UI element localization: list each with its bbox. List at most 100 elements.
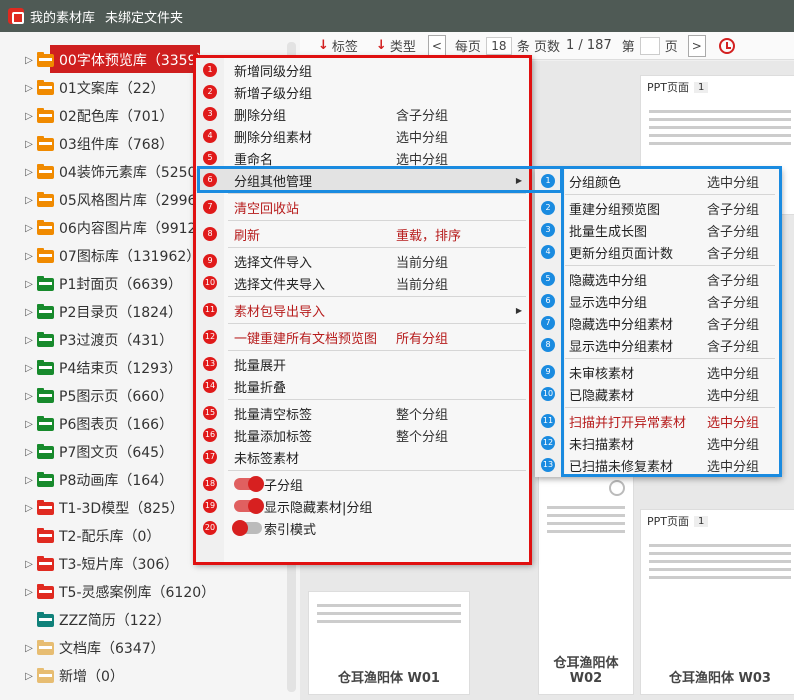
menu-item[interactable]: 4 更新分组页面计数 含子分组 [535,241,781,263]
menu-item[interactable]: 11 扫描并打开异常素材 选中分组 [535,410,781,432]
menu-item[interactable]: 17 未标签素材 [194,446,532,468]
submenu-arrow-icon: ▶ [515,175,522,185]
menu-item[interactable]: 5 隐藏选中分组 含子分组 [535,268,781,290]
tree-item[interactable]: ▷ T5-灵感案例库（6120） [0,580,215,604]
tree-item[interactable]: ▷ T1-3D模型（825） [0,496,184,520]
type-sort-button[interactable]: ↓ 类型 [376,36,416,55]
toggle-switch[interactable] [234,498,264,514]
tree-item[interactable]: ▷ 06内容图片库（9912 [0,216,196,240]
menu-item[interactable]: 1 新增同级分组 [194,59,532,81]
expand-arrow-icon[interactable]: ▷ [24,363,34,374]
tree-item[interactable]: ▷ P8动画库（164） [0,468,173,492]
menu-item[interactable]: 2 新增子级分组 [194,81,532,103]
menu-item[interactable]: 11 素材包导出导入 ▶ [194,299,532,321]
menu-item[interactable]: 7 隐藏选中分组素材 含子分组 [535,312,781,334]
menu-item[interactable]: 20 索引模式 [194,517,532,539]
menu-item-label: 批量添加标签 [234,429,313,445]
menu-item[interactable]: 16 批量添加标签 整个分组 [194,424,532,446]
expand-arrow-icon[interactable]: ▷ [24,307,34,318]
menu-item[interactable]: 6 分组其他管理 ▶ [194,169,532,191]
menu-item-scope: 含子分组 [707,295,760,311]
menu-index-badge: 12 [203,330,217,344]
folder-icon [37,667,54,683]
expand-arrow-icon[interactable]: ▷ [24,335,34,346]
menu-item[interactable]: 14 批量折叠 [194,375,532,397]
tag-sort-button[interactable]: ↓ 标签 [318,36,358,55]
tree-item[interactable]: ▷ 01文案库（22） [0,76,165,100]
menu-item[interactable]: 6 显示选中分组 含子分组 [535,290,781,312]
tree-item[interactable]: ▷ P5图示页（660） [0,384,173,408]
prev-page-button[interactable]: < [427,34,446,57]
menu-separator [565,358,775,359]
tree-item[interactable]: ▷ 04装饰元素库（5250 [0,160,196,184]
toggle-switch[interactable] [234,476,264,492]
goto-page-input[interactable] [639,36,660,55]
menu-item[interactable]: 13 批量展开 [194,353,532,375]
expand-arrow-icon[interactable]: ▷ [24,223,34,234]
expand-arrow-icon[interactable]: ▷ [24,419,34,430]
menu-item[interactable]: 10 已隐藏素材 选中分组 [535,383,781,405]
tree-item[interactable]: ZZZ简历（122） [0,608,171,632]
folder-icon [37,611,54,627]
tree-item[interactable]: ▷ P6图表页（166） [0,412,173,436]
preview-zoom-icon[interactable] [609,480,625,496]
tree-item[interactable]: ▷ 00字体预览库（3359） [0,45,210,73]
expand-arrow-icon[interactable]: ▷ [24,503,34,514]
menu-item[interactable]: 1 分组颜色 选中分组 [535,170,781,192]
menu-item[interactable]: 12 未扫描素材 选中分组 [535,432,781,454]
tree-item[interactable]: ▷ 07图标库（131962） [0,244,200,268]
menu-item[interactable]: 2 重建分组预览图 含子分组 [535,197,781,219]
tree-item[interactable]: ▷ P4结束页（1293） [0,356,182,380]
menu-item[interactable]: 7 清空回收站 [194,196,532,218]
expand-arrow-icon[interactable]: ▷ [24,279,34,290]
menu-item[interactable]: 9 未审核素材 选中分组 [535,361,781,383]
next-page-button[interactable]: > [687,34,706,57]
expand-arrow-icon[interactable]: ▷ [24,55,34,66]
menu-item[interactable]: 3 批量生成长图 含子分组 [535,219,781,241]
menu-item[interactable]: 10 选择文件夹导入 当前分组 [194,272,532,294]
tree-item[interactable]: ▷ 03组件库（768） [0,132,174,156]
folder-icon [37,415,54,431]
menu-item[interactable]: 9 选择文件导入 当前分组 [194,250,532,272]
tree-item[interactable]: T2-配乐库（0） [0,524,160,548]
menu-item[interactable]: 4 删除分组素材 选中分组 [194,125,532,147]
menu-separator [565,265,775,266]
expand-arrow-icon[interactable]: ▷ [24,587,34,598]
expand-arrow-icon[interactable]: ▷ [24,391,34,402]
expand-arrow-icon[interactable]: ▷ [24,559,34,570]
tree-item[interactable]: ▷ P2目录页（1824） [0,300,182,324]
expand-arrow-icon[interactable]: ▷ [24,83,34,94]
expand-arrow-icon[interactable]: ▷ [24,447,34,458]
material-card[interactable]: 仓耳渔阳体 W01 [308,591,470,695]
tree-item[interactable]: ▷ 文档库（6347） [0,636,165,660]
material-card[interactable]: PPT页面 1 仓耳渔阳体 W03 [640,509,794,695]
history-icon[interactable] [718,37,735,54]
menu-item[interactable]: 8 显示选中分组素材 含子分组 [535,334,781,356]
toggle-switch[interactable] [232,520,262,536]
expand-arrow-icon[interactable]: ▷ [24,475,34,486]
expand-arrow-icon[interactable]: ▷ [24,167,34,178]
tree-item[interactable]: ▷ P7图文页（645） [0,440,173,464]
tree-item[interactable]: ▷ 05风格图片库（2996 [0,188,196,212]
tree-item[interactable]: ▷ P3过渡页（431） [0,328,173,352]
tree-item[interactable]: ▷ T3-短片库（306） [0,552,178,576]
menu-item[interactable]: 19 显示隐藏素材|分组 [194,495,532,517]
tree-item[interactable]: ▷ 新增（0） [0,664,124,688]
menu-item[interactable]: 8 刷新 重载，排序 [194,223,532,245]
expand-arrow-icon[interactable]: ▷ [24,195,34,206]
expand-arrow-icon[interactable]: ▷ [24,643,34,654]
per-page-input[interactable]: 18 [485,36,512,55]
expand-arrow-icon[interactable]: ▷ [24,671,34,682]
menu-item[interactable]: 13 已扫描未修复素材 选中分组 [535,454,781,476]
menu-item[interactable]: 3 删除分组 含子分组 [194,103,532,125]
tree-item[interactable]: ▷ P1封面页（6639） [0,272,182,296]
expand-arrow-icon[interactable]: ▷ [24,111,34,122]
material-card[interactable]: 仓耳渔阳体 W02 [538,475,634,695]
menu-item[interactable]: 12 一键重建所有文档预览图 所有分组 [194,326,532,348]
menu-item[interactable]: 18 子分组 [194,473,532,495]
card-badge: 1 [694,81,709,93]
tree-item[interactable]: ▷ 02配色库（701） [0,104,174,128]
expand-arrow-icon[interactable]: ▷ [24,139,34,150]
expand-arrow-icon[interactable]: ▷ [24,251,34,262]
menu-item[interactable]: 15 批量清空标签 整个分组 [194,402,532,424]
